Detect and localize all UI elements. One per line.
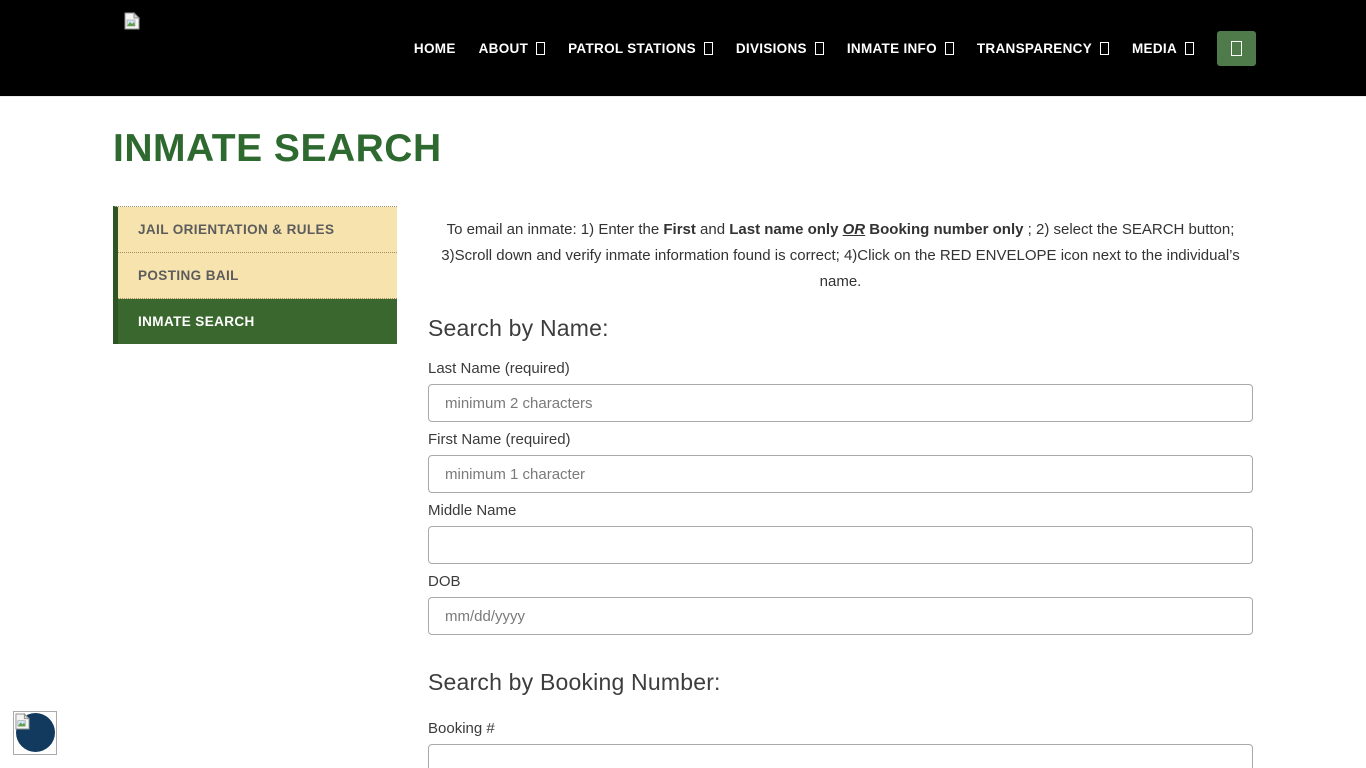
nav-label: MEDIA <box>1132 41 1177 56</box>
nav-label: HOME <box>414 41 456 56</box>
nav-item-patrol-stations[interactable]: PATROL STATIONS <box>568 41 713 56</box>
sidebar-item-posting-bail[interactable]: POSTING BAIL <box>118 253 397 299</box>
last-name-label: Last Name (required) <box>428 360 1253 377</box>
first-name-label: First Name (required) <box>428 431 1253 448</box>
instruction-segment: To email an inmate: 1) Enter the <box>447 221 664 238</box>
last-name-input[interactable] <box>428 384 1253 422</box>
chevron-down-icon <box>704 42 713 55</box>
nav-label: TRANSPARENCY <box>977 41 1092 56</box>
broken-image-icon <box>15 713 30 730</box>
search-by-name-heading: Search by Name: <box>428 315 1253 342</box>
nav-label: DIVISIONS <box>736 41 807 56</box>
chevron-down-icon <box>1100 42 1109 55</box>
sidebar-menu: JAIL ORIENTATION & RULES POSTING BAIL IN… <box>113 206 397 344</box>
sidebar-item-inmate-search[interactable]: INMATE SEARCH <box>118 299 397 344</box>
dob-label: DOB <box>428 573 1253 590</box>
accessibility-widget-button[interactable] <box>13 711 57 755</box>
instruction-segment: Last name only <box>729 221 842 238</box>
nav-search-button[interactable] <box>1217 31 1256 66</box>
booking-number-input[interactable] <box>428 744 1253 768</box>
nav-label: ABOUT <box>479 41 529 56</box>
instruction-segment: and <box>696 221 729 238</box>
nav-item-divisions[interactable]: DIVISIONS <box>736 41 824 56</box>
nav-label: INMATE INFO <box>847 41 937 56</box>
chevron-down-icon <box>945 42 954 55</box>
page-title: INMATE SEARCH <box>113 127 1253 171</box>
chevron-down-icon <box>536 42 545 55</box>
instruction-segment: First <box>663 221 696 238</box>
main-content: To email an inmate: 1) Enter the First a… <box>428 206 1253 768</box>
nav-item-media[interactable]: MEDIA <box>1132 41 1194 56</box>
email-instructions-text: To email an inmate: 1) Enter the First a… <box>428 217 1253 295</box>
top-nav-bar: HOME ABOUT PATROL STATIONS DIVISIONS INM… <box>0 0 1366 97</box>
chevron-down-icon <box>815 42 824 55</box>
nav-label: PATROL STATIONS <box>568 41 696 56</box>
instruction-segment: OR <box>843 221 866 238</box>
middle-name-input[interactable] <box>428 526 1253 564</box>
nav-item-transparency[interactable]: TRANSPARENCY <box>977 41 1109 56</box>
last-name-field-group: Last Name (required) <box>428 360 1253 422</box>
search-by-booking-number-heading: Search by Booking Number: <box>428 669 1253 696</box>
instruction-segment: Booking number only <box>869 221 1023 238</box>
nav-item-about[interactable]: ABOUT <box>479 41 546 56</box>
booking-number-field-group: Booking # <box>428 720 1253 768</box>
middle-name-label: Middle Name <box>428 502 1253 519</box>
first-name-field-group: First Name (required) <box>428 431 1253 493</box>
dob-input[interactable] <box>428 597 1253 635</box>
middle-name-field-group: Middle Name <box>428 502 1253 564</box>
broken-image-icon <box>124 12 140 30</box>
page-container: INMATE SEARCH JAIL ORIENTATION & RULES P… <box>113 127 1253 768</box>
search-icon <box>1231 41 1242 56</box>
site-logo-broken-image-icon[interactable] <box>124 12 140 30</box>
booking-number-label: Booking # <box>428 720 1253 737</box>
nav-item-home[interactable]: HOME <box>414 41 456 56</box>
sidebar-item-jail-orientation-rules[interactable]: JAIL ORIENTATION & RULES <box>118 207 397 253</box>
chevron-down-icon <box>1185 42 1194 55</box>
nav-item-inmate-info[interactable]: INMATE INFO <box>847 41 954 56</box>
first-name-input[interactable] <box>428 455 1253 493</box>
dob-field-group: DOB <box>428 573 1253 635</box>
main-navigation: HOME ABOUT PATROL STATIONS DIVISIONS INM… <box>414 31 1256 66</box>
